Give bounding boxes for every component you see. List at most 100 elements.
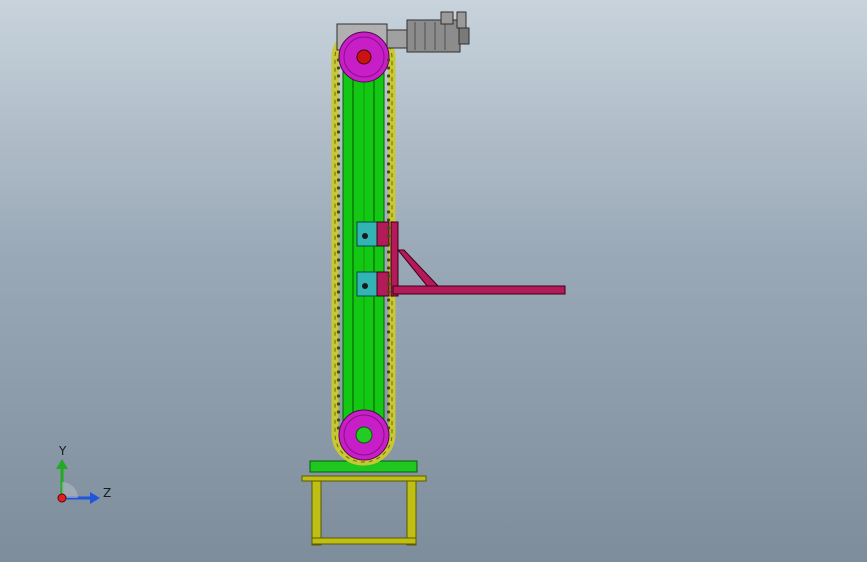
chain-roller xyxy=(386,274,391,278)
chain-roller xyxy=(336,234,341,238)
chain-roller xyxy=(336,394,341,398)
cantilever-arm[interactable] xyxy=(390,221,566,297)
bottom-sprocket[interactable] xyxy=(338,409,390,461)
table-leg-left xyxy=(311,480,322,546)
upper-bracket-bolt xyxy=(362,233,368,239)
chain-roller xyxy=(386,162,391,166)
chain-roller xyxy=(336,410,341,414)
chain-roller xyxy=(386,386,391,390)
chain-roller xyxy=(386,394,391,398)
chain-roller xyxy=(336,162,341,166)
chain-roller xyxy=(336,386,341,390)
chain-roller xyxy=(386,138,391,142)
chain-roller xyxy=(336,194,341,198)
chain-roller xyxy=(386,234,391,238)
chain-roller xyxy=(336,274,341,278)
chain-roller xyxy=(336,258,341,262)
support-table[interactable] xyxy=(301,460,427,546)
chain-roller xyxy=(386,74,391,78)
chain-roller xyxy=(386,146,391,150)
chain-roller xyxy=(336,354,341,358)
chain-roller xyxy=(336,66,341,70)
chain-roller xyxy=(386,426,391,430)
chain-roller xyxy=(336,106,341,110)
chain-roller xyxy=(336,346,341,350)
arm-horizontal-beam xyxy=(392,285,566,295)
chain-roller xyxy=(386,202,391,206)
vertical-frame[interactable] xyxy=(342,69,385,446)
chain-roller xyxy=(386,362,391,366)
model-scene[interactable]: Y Z xyxy=(0,0,867,562)
chain-roller xyxy=(336,370,341,374)
chain-roller xyxy=(386,242,391,246)
chain-roller xyxy=(336,282,341,286)
chain-roller xyxy=(336,154,341,158)
chain-roller xyxy=(386,266,391,270)
chain-roller xyxy=(386,418,391,422)
cad-viewport[interactable]: Y Z xyxy=(0,0,867,562)
z-axis-arrow xyxy=(90,492,100,504)
chain-roller xyxy=(386,330,391,334)
chain-roller xyxy=(386,402,391,406)
chain-roller xyxy=(336,250,341,254)
chain-roller xyxy=(386,314,391,318)
chain-roller xyxy=(386,130,391,134)
chain-roller xyxy=(336,314,341,318)
chain-roller xyxy=(336,82,341,86)
chain-roller xyxy=(386,226,391,230)
chain-roller xyxy=(386,258,391,262)
chain-roller xyxy=(336,114,341,118)
chain-roller xyxy=(336,290,341,294)
chain-roller xyxy=(336,138,341,142)
chain-roller xyxy=(336,210,341,214)
top-sprocket-hub xyxy=(356,49,372,65)
chain-roller xyxy=(336,362,341,366)
chain-roller xyxy=(386,290,391,294)
top-sprocket[interactable] xyxy=(338,31,390,83)
chain-roller xyxy=(336,330,341,334)
chain-roller xyxy=(336,178,341,182)
chain-roller xyxy=(386,58,391,62)
chain-roller xyxy=(336,306,341,310)
chain-roller xyxy=(336,186,341,190)
chain-roller xyxy=(336,130,341,134)
chain-roller xyxy=(336,322,341,326)
chain-roller xyxy=(386,354,391,358)
chain-roller xyxy=(336,146,341,150)
chain-roller xyxy=(386,66,391,70)
lower-bracket-bolt xyxy=(362,283,368,289)
y-axis-arrow xyxy=(56,459,68,469)
chain-roller xyxy=(386,210,391,214)
chain-roller xyxy=(336,378,341,382)
chain-roller xyxy=(386,218,391,222)
motor-connector-2 xyxy=(456,11,467,29)
chain-roller xyxy=(386,410,391,414)
chain-roller xyxy=(336,122,341,126)
x-axis-point xyxy=(57,493,67,503)
chain-roller xyxy=(386,282,391,286)
bottom-sprocket-hub xyxy=(355,426,373,444)
chain-roller xyxy=(336,226,341,230)
table-top xyxy=(301,475,427,482)
chain-roller xyxy=(386,322,391,326)
orientation-triad[interactable]: Y Z xyxy=(56,444,111,504)
chain-roller xyxy=(386,378,391,382)
chain-roller xyxy=(336,74,341,78)
chain-roller xyxy=(386,306,391,310)
chain-roller xyxy=(386,154,391,158)
chain-roller xyxy=(386,114,391,118)
upper-bracket-right xyxy=(376,221,390,247)
chain-roller xyxy=(386,98,391,102)
table-crossbar xyxy=(311,537,417,545)
chain-roller xyxy=(336,266,341,270)
chain-roller xyxy=(386,298,391,302)
chain-roller xyxy=(336,338,341,342)
chain-roller xyxy=(336,202,341,206)
chain-roller xyxy=(386,170,391,174)
chain-roller xyxy=(386,122,391,126)
chain-roller xyxy=(386,250,391,254)
chain-roller xyxy=(386,346,391,350)
arm-upright xyxy=(390,221,399,297)
motor-flange xyxy=(386,29,408,49)
chain-roller xyxy=(336,426,341,430)
